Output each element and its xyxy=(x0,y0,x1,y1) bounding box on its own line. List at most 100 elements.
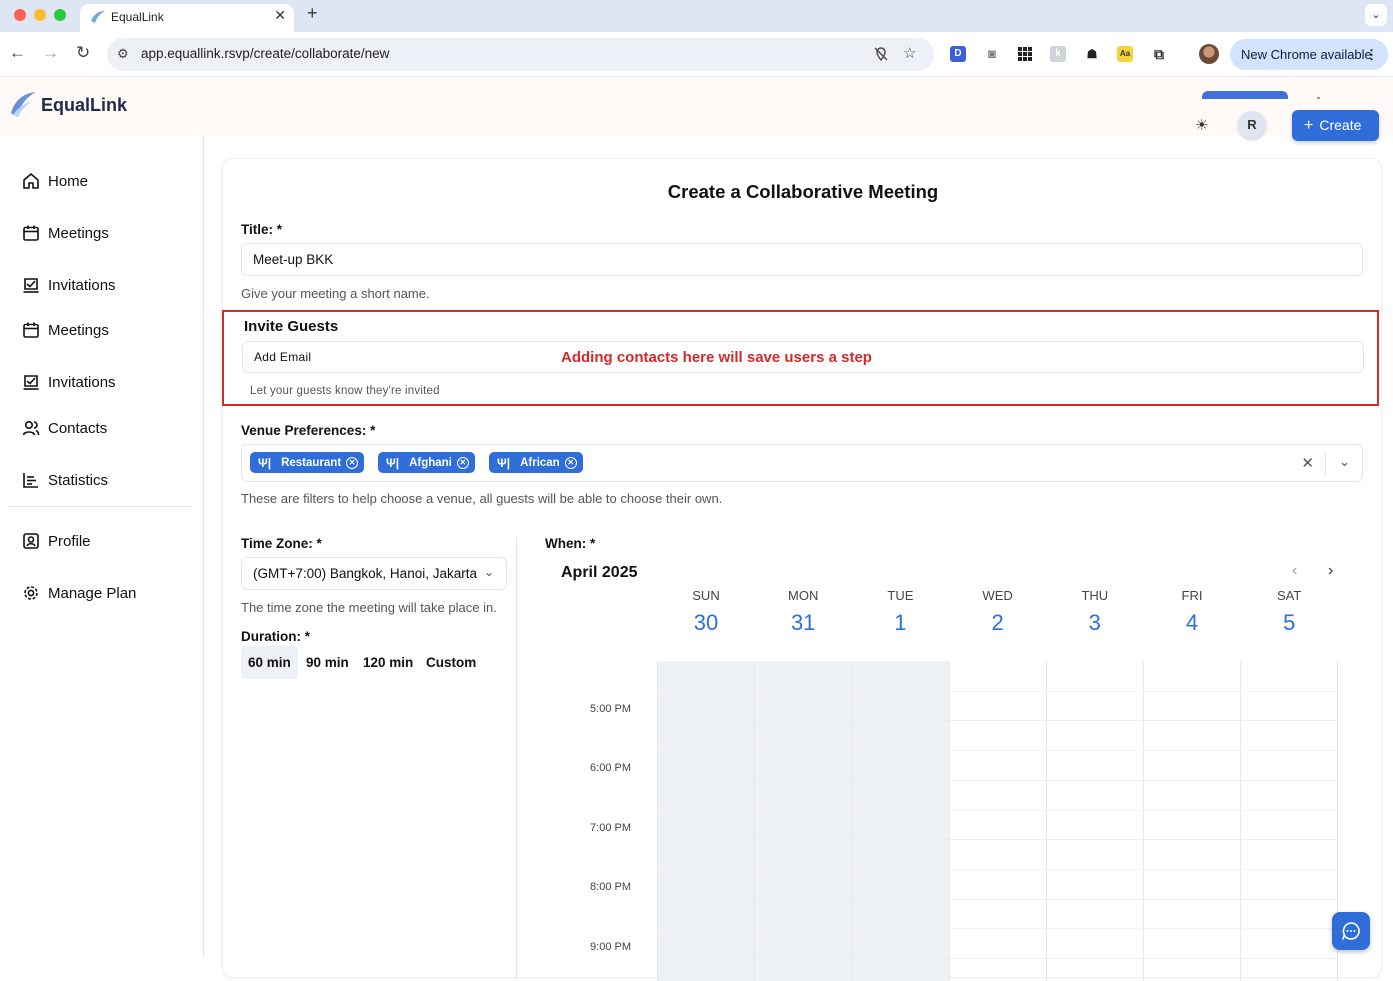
sidebar-divider xyxy=(8,506,192,507)
clear-selection-icon[interactable]: ✕ xyxy=(1301,454,1314,472)
tab-search-icon[interactable]: ⌄ xyxy=(1365,4,1387,26)
hat-extension-icon[interactable]: ☗ xyxy=(1084,46,1100,62)
reload-button[interactable]: ↻ xyxy=(76,43,90,63)
day-number[interactable]: 2 xyxy=(949,610,1047,636)
sidebar-item-home[interactable]: Home xyxy=(22,170,88,192)
bookmark-star-icon[interactable]: ☆ xyxy=(903,44,916,62)
sidebar-item-profile[interactable]: Profile xyxy=(22,530,91,552)
title-input[interactable]: Meet-up BKK xyxy=(241,243,1363,276)
create-button[interactable]: + Create xyxy=(1292,110,1379,141)
duration-90-option[interactable]: 90 min xyxy=(299,646,356,679)
site-settings-icon[interactable]: ⚙ xyxy=(117,46,129,62)
url-text[interactable]: app.equallink.rsvp/create/collaborate/ne… xyxy=(141,46,389,61)
app-logo-text[interactable]: EqualLink xyxy=(41,95,127,116)
time-zone-select[interactable]: (GMT+7:00) Bangkok, Hanoi, Jakarta ⌄ xyxy=(241,557,507,590)
grid-column-line xyxy=(1240,661,1241,981)
extensions-puzzle-icon[interactable]: ⧉ xyxy=(1151,46,1167,62)
profile-avatar[interactable] xyxy=(1199,44,1219,64)
sidebar-item-label: Invitations xyxy=(48,373,116,391)
prev-week-chevron-icon[interactable]: ‹ xyxy=(1292,562,1297,580)
grid-column-line xyxy=(1046,661,1047,981)
grid-row-line xyxy=(657,810,1337,811)
calendar-grid[interactable] xyxy=(657,661,1338,981)
close-window-button[interactable] xyxy=(14,9,26,21)
past-days-shading xyxy=(657,661,949,981)
utensils-icon: Ψ| xyxy=(386,455,400,470)
sidebar-item-invitations-2[interactable]: Invitations xyxy=(22,371,116,393)
calendar-icon xyxy=(23,322,39,338)
select-separator xyxy=(1325,453,1326,475)
theme-toggle-sun-icon[interactable]: ☀ xyxy=(1195,116,1208,134)
more-menu-icon[interactable]: ⋮ xyxy=(1365,39,1378,70)
venue-chip-restaurant[interactable]: Ψ| Restaurant ✕ xyxy=(250,452,365,473)
grid-column-line xyxy=(754,661,755,981)
next-week-chevron-icon[interactable]: › xyxy=(1328,562,1333,580)
inbox-icon xyxy=(23,278,39,293)
chart-icon xyxy=(23,473,38,488)
duration-custom-option[interactable]: Custom xyxy=(419,646,483,679)
sidebar-item-meetings[interactable]: Meetings xyxy=(22,222,109,244)
utensils-icon: Ψ| xyxy=(497,455,511,470)
tab-title: EqualLink xyxy=(111,10,164,24)
sidebar-item-label: Home xyxy=(48,172,89,190)
calendar-month: April 2025 xyxy=(561,564,638,581)
day-number[interactable]: 31 xyxy=(754,610,852,636)
invite-guests-highlight: Invite Guests Add Email Adding contacts … xyxy=(222,310,1379,406)
sidebar-item-contacts[interactable]: Contacts xyxy=(22,417,107,439)
day-number[interactable]: 4 xyxy=(1143,610,1241,636)
camera-extension-icon[interactable]: ◙ xyxy=(984,46,1000,62)
remove-chip-icon[interactable]: ✕ xyxy=(346,456,359,469)
sidebar-item-invitations[interactable]: Invitations xyxy=(22,274,116,296)
address-bar[interactable]: ⚙ app.equallink.rsvp/create/collaborate/… xyxy=(107,38,934,71)
title-label: Title: * xyxy=(241,222,283,237)
equallink-logo-icon[interactable] xyxy=(9,89,37,119)
day-name-thu: THU xyxy=(1081,588,1109,603)
day-number[interactable]: 5 xyxy=(1240,610,1338,636)
sidebar-item-manage-plan[interactable]: Manage Plan xyxy=(22,582,136,604)
chat-button[interactable] xyxy=(1332,912,1370,950)
duration-120-option[interactable]: 120 min xyxy=(356,646,420,679)
sidebar-item-statistics[interactable]: Statistics xyxy=(22,469,108,491)
new-tab-button[interactable]: + xyxy=(307,3,318,24)
grid-column-line xyxy=(1143,661,1144,981)
day-name-wed: WED xyxy=(982,588,1013,603)
remove-chip-icon[interactable]: ✕ xyxy=(456,456,469,469)
close-tab-icon[interactable]: ✕ xyxy=(274,7,286,24)
user-avatar[interactable]: R xyxy=(1238,111,1266,139)
venue-chip-african[interactable]: Ψ| African ✕ xyxy=(489,452,583,473)
plus-icon: + xyxy=(1304,117,1314,134)
when-label: When: * xyxy=(545,536,596,551)
column-divider xyxy=(516,537,517,979)
invite-hint: Let your guests know they're invited xyxy=(250,385,440,397)
day-number[interactable]: 3 xyxy=(1046,610,1144,636)
time-zone-label: Time Zone: * xyxy=(241,536,322,551)
sidebar-item-meetings-2[interactable]: Meetings xyxy=(22,319,109,341)
header-tab-indicator xyxy=(1202,91,1288,99)
extension-d-icon[interactable]: D xyxy=(950,46,966,62)
utensils-icon: Ψ| xyxy=(258,455,272,470)
gear-icon xyxy=(24,586,38,600)
grid-extension-icon[interactable] xyxy=(1017,46,1033,62)
duration-60-option[interactable]: 60 min xyxy=(241,646,298,679)
add-email-placeholder: Add Email xyxy=(254,350,312,364)
gray-extension-icon[interactable]: k xyxy=(1050,46,1066,62)
chat-bubble-icon xyxy=(1342,922,1360,940)
minimize-window-button[interactable] xyxy=(34,9,46,21)
dictionary-extension-icon[interactable]: Aa xyxy=(1117,46,1133,62)
day-name-fri: FRI xyxy=(1181,588,1203,603)
venue-chip-afghani[interactable]: Ψ| Afghani ✕ xyxy=(378,452,475,473)
back-button[interactable]: ← xyxy=(9,43,26,63)
create-button-label: Create xyxy=(1319,117,1362,133)
chevron-down-icon[interactable]: ⌄ xyxy=(1339,454,1350,470)
time-zone-value: (GMT+7:00) Bangkok, Hanoi, Jakarta xyxy=(253,566,477,581)
location-off-icon[interactable] xyxy=(873,46,889,62)
sidebar-item-label: Profile xyxy=(48,532,91,550)
forward-button[interactable]: → xyxy=(42,43,59,63)
browser-tab[interactable]: EqualLink ✕ xyxy=(80,4,294,32)
remove-chip-icon[interactable]: ✕ xyxy=(564,456,577,469)
chrome-update-button[interactable]: New Chrome available ⋮ xyxy=(1230,39,1388,70)
maximize-window-button[interactable] xyxy=(54,9,66,21)
day-number[interactable]: 30 xyxy=(657,610,755,636)
day-number[interactable]: 1 xyxy=(851,610,949,636)
sidebar: Home Meetings Invitations Meetings Invit… xyxy=(0,135,204,958)
